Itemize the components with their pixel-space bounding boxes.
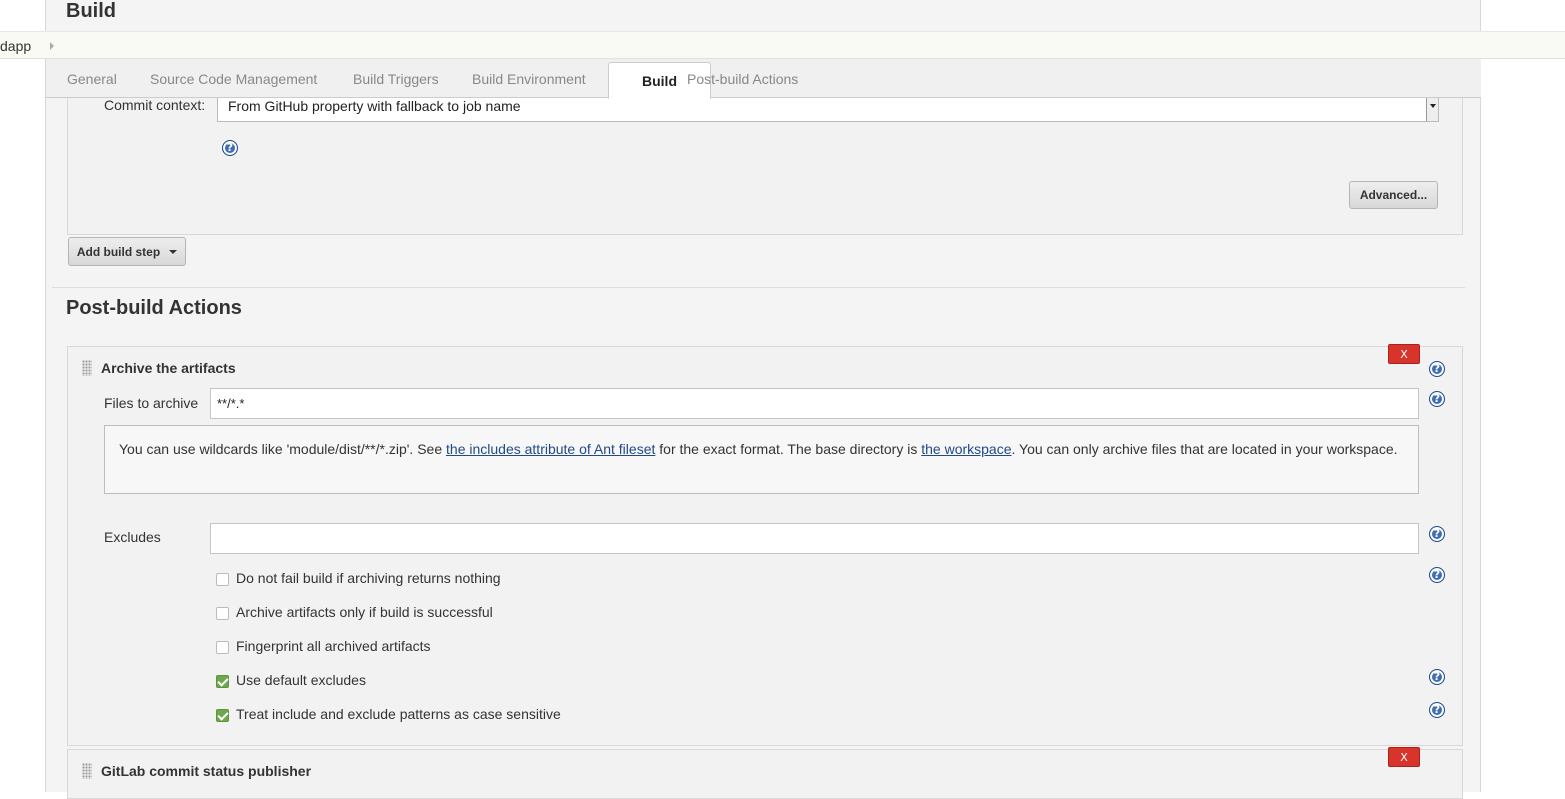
checkbox-allow-empty[interactable] [216,573,229,586]
build-section-title: Build [66,0,116,22]
tab-post-build-actions[interactable]: Post-build Actions [687,71,798,87]
commit-context-label: Commit context: [104,97,206,113]
ant-fileset-link[interactable]: the includes attribute of Ant fileset [446,441,655,457]
checkbox-case-sensitive[interactable] [216,709,229,722]
tab-build-triggers[interactable]: Build Triggers [353,71,439,87]
caret-down-icon [169,249,178,254]
tab-general[interactable]: General [67,71,117,87]
help-text: You can use wildcards like 'module/dist/… [119,441,447,457]
help-text: for the exact format. The base directory… [655,441,922,457]
help-text: . You can only archive files that are lo… [1011,441,1398,457]
checkbox-fingerprint[interactable] [216,641,229,654]
checkbox-label: Archive artifacts only if build is succe… [236,604,493,620]
checkbox-label: Treat include and exclude patterns as ca… [236,706,561,722]
help-icon[interactable]: ? [1429,526,1445,542]
help-icon[interactable]: ? [1429,361,1445,377]
checkbox-label: Fingerprint all archived artifacts [236,638,431,654]
delete-archive-button[interactable]: X [1388,344,1420,364]
tab-source-code-management[interactable]: Source Code Management [150,71,317,87]
delete-gitlab-button[interactable]: X [1388,747,1420,767]
drag-handle-icon[interactable] [82,360,92,376]
breadcrumb-arrow-icon[interactable] [50,42,54,50]
add-build-step-label: Add build step [76,244,161,259]
files-to-archive-input[interactable] [210,388,1419,419]
files-to-archive-label: Files to archive [104,395,199,411]
section-divider [52,287,1465,288]
help-icon[interactable]: ? [1429,669,1445,685]
excludes-label: Excludes [104,529,161,545]
archive-artifacts-title: Archive the artifacts [101,360,236,376]
help-icon[interactable]: ? [222,140,238,156]
checkbox-only-if-successful[interactable] [216,607,229,620]
commit-context-value: From GitHub property with fallback to jo… [228,98,521,114]
add-build-step-button[interactable]: Add build step [68,237,186,266]
excludes-input[interactable] [210,523,1419,554]
config-tabs: General Source Code Management Build Tri… [46,59,1481,99]
tab-build-environment[interactable]: Build Environment [472,71,586,87]
checkbox-label: Do not fail build if archiving returns n… [236,570,501,586]
checkbox-label: Use default excludes [236,672,366,688]
checkbox-default-excludes[interactable] [216,675,229,688]
gitlab-publisher-title: GitLab commit status publisher [101,763,312,779]
post-build-section-title: Post-build Actions [66,297,242,319]
help-icon[interactable]: ? [1429,391,1445,407]
breadcrumb-item[interactable]: dapp [0,38,31,54]
files-to-archive-help: You can use wildcards like 'module/dist/… [104,425,1419,494]
workspace-link[interactable]: the workspace [921,441,1011,457]
drag-handle-icon[interactable] [82,763,92,779]
help-icon[interactable]: ? [1429,702,1445,718]
help-icon[interactable]: ? [1429,567,1445,583]
advanced-button[interactable]: Advanced... [1349,181,1438,209]
breadcrumb: dapp [0,31,1565,59]
